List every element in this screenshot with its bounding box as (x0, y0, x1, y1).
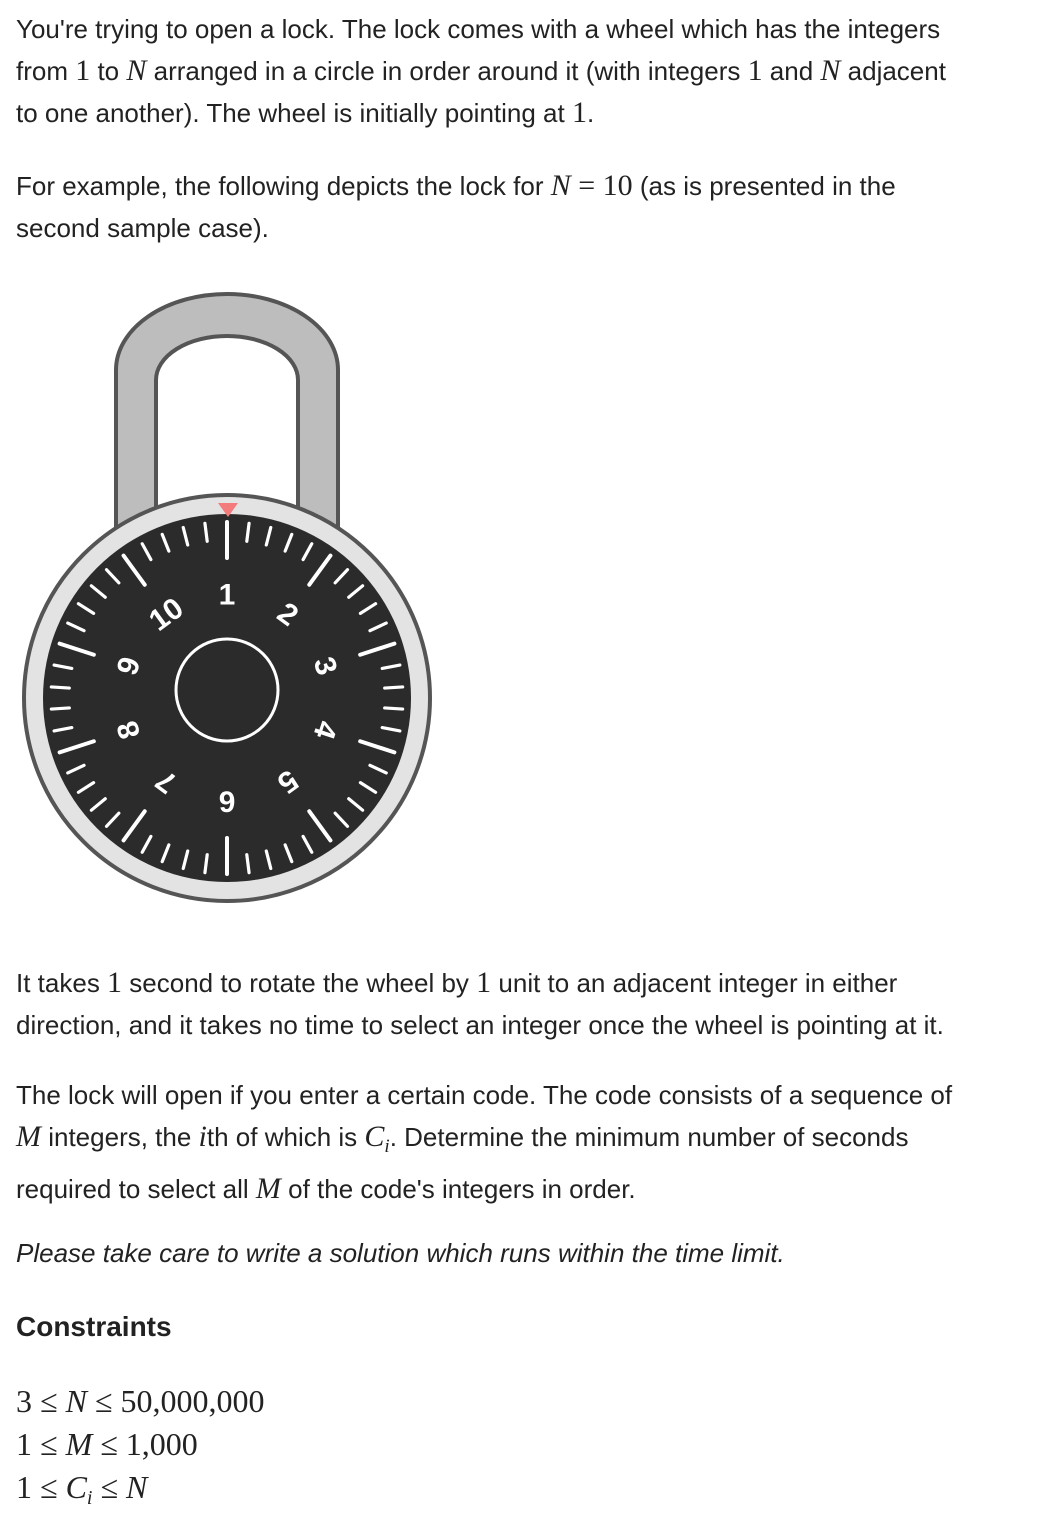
math-one: 1 (476, 966, 492, 999)
dial-minor-tick (383, 685, 405, 690)
text: of the code's integers in order. (280, 1174, 636, 1204)
math-m: M (255, 1172, 281, 1205)
text: 1 ≤ (16, 1426, 66, 1462)
paragraph-rotation: It takes 1 second to rotate the wheel by… (16, 962, 1046, 1046)
text: ≤ 1,000 (92, 1426, 198, 1462)
var: N (126, 1469, 148, 1505)
text: ≤ 50,000,000 (86, 1383, 265, 1419)
text: . (586, 98, 595, 128)
math-n: N (550, 169, 571, 202)
text: (as is presented in the (632, 171, 896, 201)
constraints-heading: Constraints (16, 1311, 172, 1342)
combination-lock-illustration: 12345678910 (22, 292, 432, 903)
math-m: M (16, 1120, 41, 1153)
text: direction, and it takes no time to selec… (16, 1010, 944, 1040)
var: M (65, 1426, 93, 1462)
dial-minor-tick (49, 685, 71, 690)
constraint-m: 1 ≤ M ≤ 1,000 (16, 1423, 198, 1466)
paragraph-intro: You're trying to open a lock. The lock c… (16, 8, 1046, 134)
text: The lock will open if you enter a certai… (16, 1080, 953, 1110)
text: It takes (16, 968, 108, 998)
constraint-n: 3 ≤ N ≤ 50,000,000 (16, 1380, 264, 1423)
dial-minor-tick (203, 521, 209, 543)
dial-minor-tick (245, 521, 251, 543)
text: ≤ (92, 1469, 127, 1505)
math-equals: = (570, 169, 603, 202)
text: to (90, 56, 127, 86)
text: from (16, 56, 76, 86)
math-one: 1 (571, 96, 587, 129)
dial-minor-tick (49, 706, 71, 711)
dial-number: 6 (219, 785, 236, 818)
math-n: N (126, 54, 147, 87)
dial-number: 1 (219, 579, 236, 612)
text: 3 ≤ (16, 1383, 66, 1419)
text: adjacent (840, 56, 946, 86)
math-one: 1 (75, 54, 91, 87)
text: unit to an adjacent integer in either (491, 968, 898, 998)
paragraph-code: The lock will open if you enter a certai… (16, 1074, 1046, 1210)
dial-minor-tick (245, 853, 251, 875)
text: You're trying to open a lock. The lock c… (16, 14, 941, 44)
text: . Determine the minimum number of second… (389, 1122, 909, 1152)
var: C (65, 1469, 87, 1505)
dial-minor-tick (203, 853, 209, 875)
constraint-c: 1 ≤ Ci ≤ N (16, 1466, 147, 1520)
math-c: C (364, 1120, 385, 1153)
time-limit-note: Please take care to write a solution whi… (16, 1238, 785, 1268)
text: th of which is (206, 1122, 365, 1152)
var: N (65, 1383, 87, 1419)
text: integers, the (41, 1122, 199, 1152)
dial-minor-tick (383, 706, 405, 711)
text: arranged in a circle in order around it … (146, 56, 748, 86)
text: required to select all (16, 1174, 256, 1204)
math-one: 1 (107, 966, 123, 999)
text: second sample case). (16, 213, 269, 243)
math-one: 1 (747, 54, 763, 87)
dial-center-knob (174, 637, 280, 743)
text: 1 ≤ (16, 1469, 66, 1505)
paragraph-example: For example, the following depicts the l… (16, 165, 1046, 249)
math-ten: 10 (602, 169, 633, 202)
text: and (762, 56, 821, 86)
math-n: N (820, 54, 841, 87)
math-i: i (198, 1120, 207, 1153)
text: to one another). The wheel is initially … (16, 98, 572, 128)
text: For example, the following depicts the l… (16, 171, 551, 201)
text: second to rotate the wheel by (122, 968, 477, 998)
